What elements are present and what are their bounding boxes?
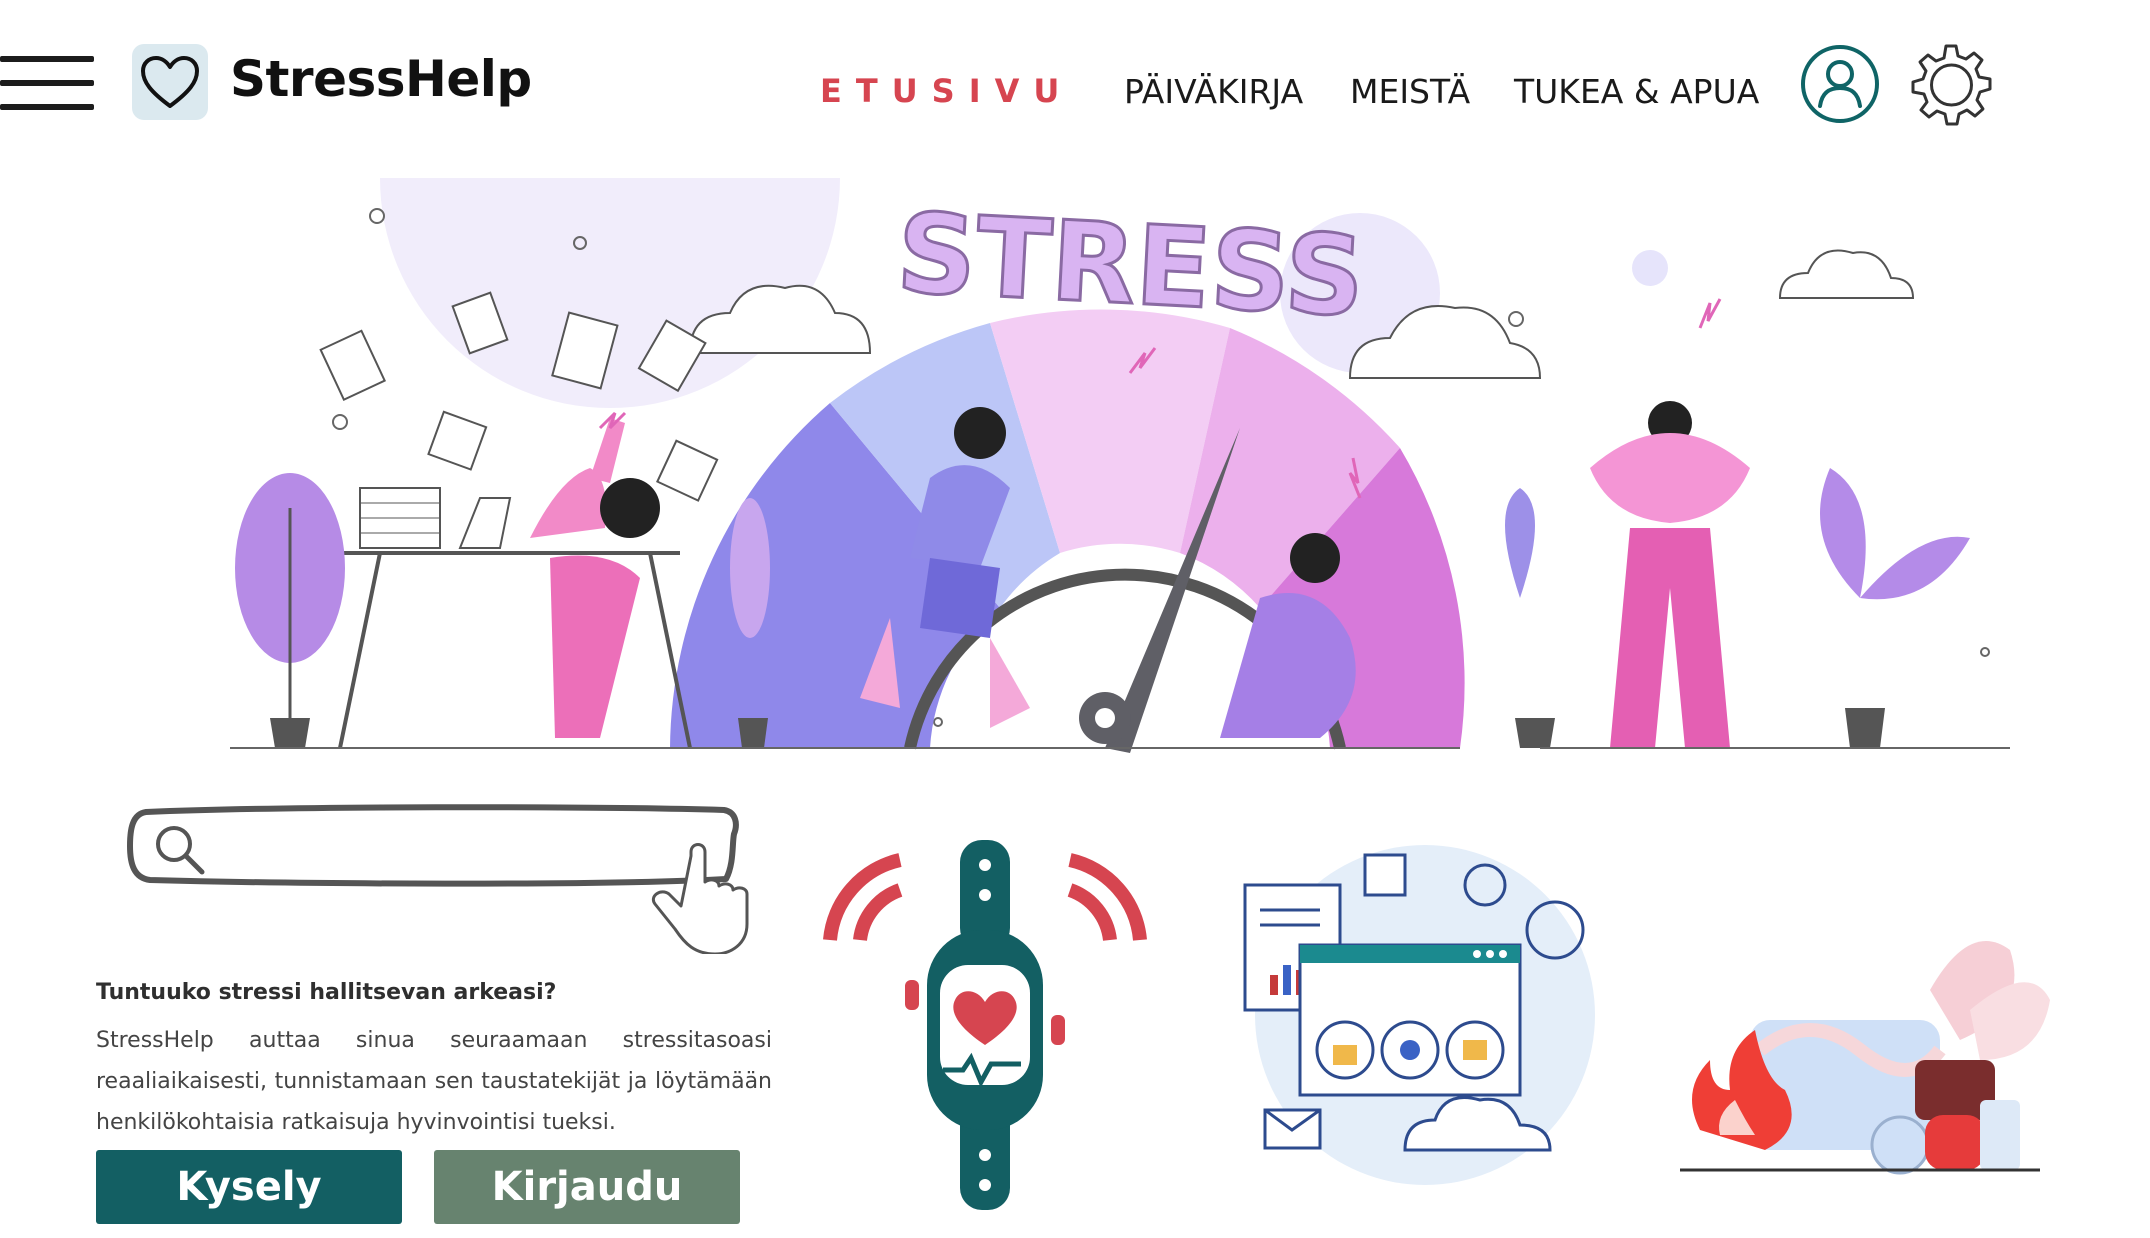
- campfire-relax-icon: [1680, 941, 2050, 1175]
- nav-tukea-apua[interactable]: TUKEA & APUA: [1514, 72, 1759, 111]
- user-icon[interactable]: [1800, 44, 1880, 124]
- search-icon: [156, 826, 205, 875]
- smartwatch-heart-icon: [823, 840, 1147, 1210]
- page: StressHelp ETUSIVU PÄIVÄKIRJA MEISTÄ TUK…: [0, 0, 2150, 1238]
- heart-icon[interactable]: [132, 44, 208, 120]
- data-security-icon: [1243, 845, 1595, 1185]
- intro-body: StressHelp auttaa sinua seuraamaan stres…: [96, 1028, 772, 1135]
- nav-meista[interactable]: MEISTÄ: [1350, 72, 1470, 111]
- search-bar[interactable]: [126, 804, 786, 954]
- search-input[interactable]: [206, 826, 710, 878]
- kysely-button[interactable]: Kysely: [96, 1150, 402, 1224]
- nav-etusivu[interactable]: ETUSIVU: [820, 72, 1073, 110]
- intro-title: Tuntuuko stressi hallitsevan arkeasi?: [96, 980, 557, 1005]
- menu-icon[interactable]: [0, 56, 94, 110]
- kirjaudu-button[interactable]: Kirjaudu: [434, 1150, 740, 1224]
- hero-illustration: STRESS: [230, 178, 2010, 753]
- gear-icon[interactable]: [1906, 42, 1996, 132]
- nav-paivakirja[interactable]: PÄIVÄKIRJA: [1124, 72, 1303, 111]
- brand-name[interactable]: StressHelp: [230, 50, 532, 108]
